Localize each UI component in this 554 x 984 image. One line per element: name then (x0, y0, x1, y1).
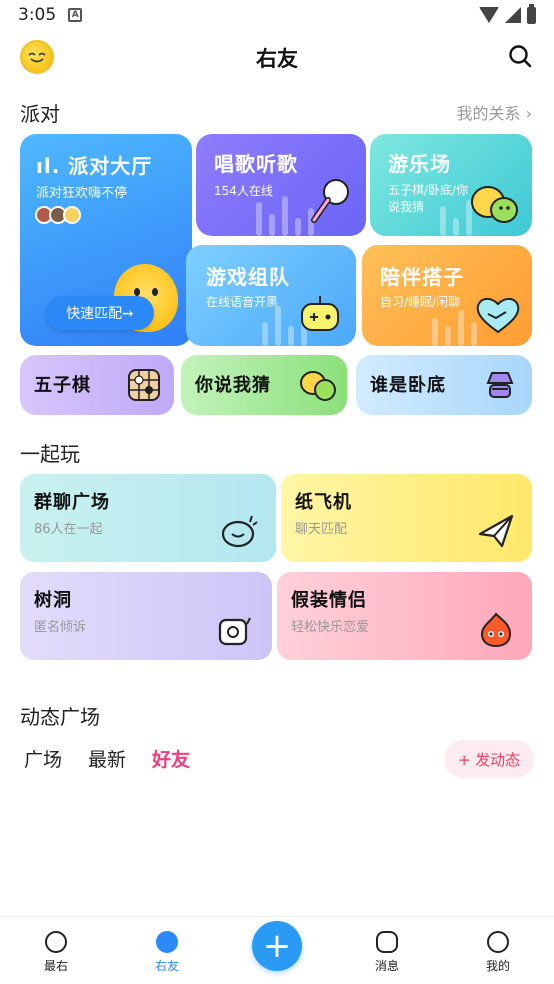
battery-icon (527, 3, 536, 24)
sing-title: 唱歌听歌 (214, 152, 298, 176)
my-relations-link[interactable]: 我的关系 › (457, 100, 533, 124)
playground-title: 游乐场 (388, 152, 451, 176)
paper-plane-icon (478, 514, 514, 548)
status-bar: 3:05 A (0, 0, 554, 30)
party-hall-subtitle: 派对狂欢嗨不停 (36, 186, 128, 201)
top-bar: 右友 (0, 30, 554, 86)
create-plus-button[interactable]: + (252, 921, 302, 971)
fake-couple-card[interactable]: 假装情侣 轻松快乐恋爱 (277, 572, 532, 660)
page-title: 右友 (256, 47, 298, 71)
handshake-heart-icon (476, 298, 520, 334)
sound-bars (432, 310, 477, 346)
microphone-icon (311, 179, 349, 223)
play-section-title: 一起玩 (20, 442, 80, 466)
gamepad-icon (301, 296, 339, 331)
sound-bars (256, 196, 314, 236)
tab-square[interactable]: 广场 (24, 745, 62, 772)
feed-tabs: 广场 最新 好友 (24, 745, 190, 772)
tree-hole-title: 树洞 (34, 590, 72, 611)
post-moment-button[interactable]: + 发动态 (444, 740, 534, 778)
companion-subtitle: 自习/睡眠/闲聊 (380, 295, 461, 309)
flame-mascot-icon (480, 612, 512, 648)
guess-card[interactable]: 你说我猜 (181, 355, 347, 415)
spy-card[interactable]: 谁是卧底 (356, 355, 532, 415)
gomoku-title: 五子棋 (34, 375, 91, 396)
fake-couple-title: 假装情侣 (291, 590, 367, 611)
chessboard-icon (128, 369, 160, 401)
companion-card[interactable]: 陪伴搭子 自习/睡眠/闲聊 (362, 245, 532, 346)
status-icons (479, 3, 536, 24)
guess-title: 你说我猜 (195, 375, 271, 396)
bottom-nav: 最右 右友 + 消息 我的 (0, 916, 554, 984)
feed-section-title: 动态广场 (20, 705, 100, 729)
status-time: 3:05 (18, 5, 57, 25)
nav-mine[interactable]: 我的 (468, 931, 528, 974)
nav-youyou[interactable]: 右友 (137, 931, 197, 974)
sim-icon: A (68, 8, 83, 22)
tree-hole-subtitle: 匿名倾诉 (34, 620, 87, 635)
spy-icon (486, 372, 514, 398)
nav-youyou-label: 右友 (154, 959, 179, 973)
group-chat-subtitle: 86人在一起 (34, 522, 103, 537)
spy-title: 谁是卧底 (370, 375, 446, 396)
tree-hole-card[interactable]: 树洞 匿名倾诉 (20, 572, 272, 660)
profile-face-icon (487, 931, 509, 953)
game-team-subtitle: 在线语音开黑 (206, 295, 279, 309)
tab-friends[interactable]: 好友 (152, 745, 190, 772)
tree-hole-icon (218, 617, 251, 646)
party-hall-title: ıl. 派对大厅 (36, 154, 153, 178)
gomoku-card[interactable]: 五子棋 (20, 355, 174, 415)
group-chat-card[interactable]: 群聊广场 86人在一起 (20, 474, 276, 562)
search-icon[interactable] (508, 44, 532, 68)
nav-zuiyou[interactable]: 最右 (26, 931, 86, 974)
wifi-icon (479, 7, 499, 23)
signal-icon (505, 7, 521, 23)
group-chat-title: 群聊广场 (34, 492, 110, 513)
party-hall-card[interactable]: ıl. 派对大厅 派对狂欢嗨不停 快速匹配➙ (20, 134, 192, 346)
tab-latest[interactable]: 最新 (88, 745, 126, 772)
avatar (63, 206, 81, 224)
nav-messages[interactable]: 消息 (357, 931, 417, 974)
game-team-card[interactable]: 游戏组队 在线语音开黑 (186, 245, 356, 346)
chat-faces-icon (471, 186, 518, 223)
smile-face-icon (28, 52, 46, 63)
fake-couple-subtitle: 轻松快乐恋爱 (291, 620, 370, 635)
chat-faces-icon (300, 371, 336, 401)
avatar-group (35, 206, 81, 224)
quick-match-button[interactable]: 快速匹配➙ (46, 296, 154, 330)
nav-mine-label: 我的 (485, 959, 510, 973)
bear-face-icon (156, 931, 178, 953)
chat-bubble-icon (221, 515, 258, 548)
sing-card[interactable]: 唱歌听歌 154人在线 (196, 134, 366, 236)
nav-messages-label: 消息 (374, 959, 399, 973)
game-team-title: 游戏组队 (206, 265, 290, 289)
face-icon (45, 931, 67, 953)
paper-plane-title: 纸飞机 (295, 492, 352, 513)
party-section-title: 派对 (20, 102, 60, 126)
nav-zuiyou-label: 最右 (43, 959, 68, 973)
playground-card[interactable]: 游乐场 五子棋/卧底/你说我猜 (370, 134, 532, 236)
message-icon (376, 931, 398, 953)
paper-plane-subtitle: 聊天匹配 (295, 522, 348, 537)
sing-subtitle: 154人在线 (214, 184, 273, 198)
playground-subtitle: 五子棋/卧底/你说我猜 (388, 183, 469, 214)
companion-title: 陪伴搭子 (380, 265, 464, 289)
paper-plane-card[interactable]: 纸飞机 聊天匹配 (281, 474, 532, 562)
user-avatar[interactable] (20, 40, 54, 74)
